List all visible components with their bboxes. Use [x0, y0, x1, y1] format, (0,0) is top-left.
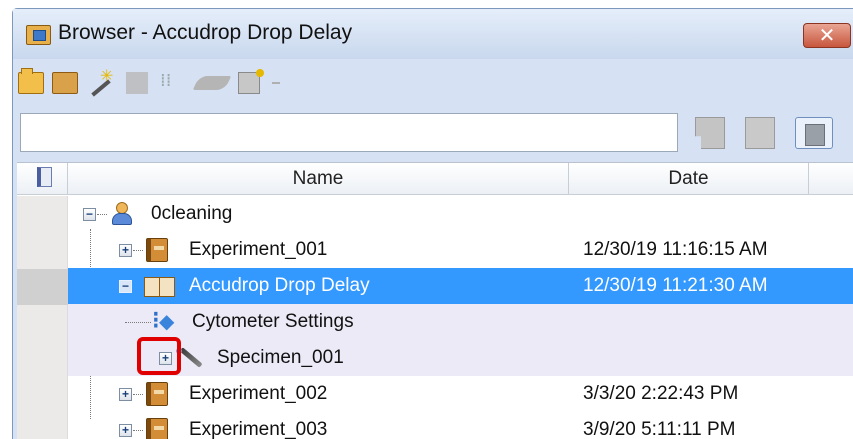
columns-icon[interactable]	[745, 117, 775, 149]
new-layout-icon[interactable]	[160, 70, 186, 94]
experiment-icon	[146, 418, 168, 439]
tree-connector	[133, 250, 143, 251]
tree-label: Experiment_002	[189, 383, 328, 404]
collapse-button[interactable]: −	[119, 280, 132, 293]
tree-row-specimen-001[interactable]: + Specimen_001	[68, 340, 853, 376]
new-folder-icon[interactable]	[18, 68, 44, 94]
document-icon[interactable]	[795, 117, 833, 149]
search-input[interactable]	[20, 113, 678, 152]
tree-date: 12/30/19 11:16:15 AM	[583, 239, 768, 260]
tree-connector	[97, 214, 107, 215]
column-header-date[interactable]: Date	[569, 163, 809, 195]
tree-connector	[133, 394, 143, 395]
annotation-highlight-box	[137, 337, 181, 375]
expand-button[interactable]: +	[119, 244, 132, 257]
tree-label: Specimen_001	[217, 347, 344, 368]
expand-button[interactable]: +	[119, 388, 132, 401]
tree-row-experiment-002[interactable]: + Experiment_002 3/3/20 2:22:43 PM	[68, 376, 853, 412]
row-selector-strip	[17, 196, 68, 439]
tree-label: 0cleaning	[151, 203, 233, 224]
new-tube-icon[interactable]	[126, 72, 148, 94]
tree-date: 3/9/20 5:11:11 PM	[583, 419, 736, 439]
tree-row-experiment-003[interactable]: + Experiment_003 3/9/20 5:11:11 PM	[68, 412, 853, 439]
person-icon	[110, 202, 132, 225]
close-button[interactable]: ✕	[803, 23, 851, 48]
new-specimen-icon[interactable]	[88, 66, 114, 94]
toolbar-separator	[272, 82, 280, 84]
properties-icon[interactable]	[238, 69, 264, 94]
tree-date: 12/30/19 11:21:30 AM	[583, 275, 768, 296]
column-header-name[interactable]: Name	[68, 163, 569, 195]
tree-row-accudrop-drop-delay[interactable]: − Accudrop Drop Delay 12/30/19 11:21:30 …	[68, 268, 853, 304]
window-title: Browser - Accudrop Drop Delay	[58, 21, 353, 44]
tree-connector	[133, 430, 143, 431]
tree-connector	[125, 322, 151, 323]
row-selector-active	[17, 269, 68, 305]
tree-label: Accudrop Drop Delay	[189, 275, 370, 296]
tree-row-cytometer-settings[interactable]: Cytometer Settings	[68, 304, 853, 340]
toolbar	[18, 66, 358, 100]
column-chooser-icon[interactable]	[17, 163, 68, 195]
tree-date: 3/3/20 2:22:43 PM	[583, 383, 739, 404]
tree-label: Cytometer Settings	[192, 311, 354, 332]
tree-row-experiment-001[interactable]: + Experiment_001 12/30/19 11:16:15 AM	[68, 232, 853, 268]
tree-label: Experiment_003	[189, 419, 328, 439]
experiment-icon	[146, 238, 168, 262]
grid-header: Name Date	[17, 163, 853, 195]
eraser-icon[interactable]	[192, 76, 232, 90]
open-experiment-icon	[144, 275, 175, 297]
new-experiment-icon[interactable]	[52, 72, 78, 94]
tree-label: Experiment_001	[189, 239, 328, 260]
expand-button[interactable]: +	[119, 424, 132, 437]
tree-row-0cleaning[interactable]: − 0cleaning	[68, 196, 853, 232]
browser-app-icon	[26, 25, 51, 45]
cytometer-settings-icon	[152, 306, 174, 335]
experiment-icon	[146, 382, 168, 406]
collapse-button[interactable]: −	[83, 208, 96, 221]
browser-tree-grid: Name Date − 0cleaning + Experiment_001 1…	[17, 162, 853, 439]
title-bar[interactable]: Browser - Accudrop Drop Delay ✕	[13, 9, 853, 59]
